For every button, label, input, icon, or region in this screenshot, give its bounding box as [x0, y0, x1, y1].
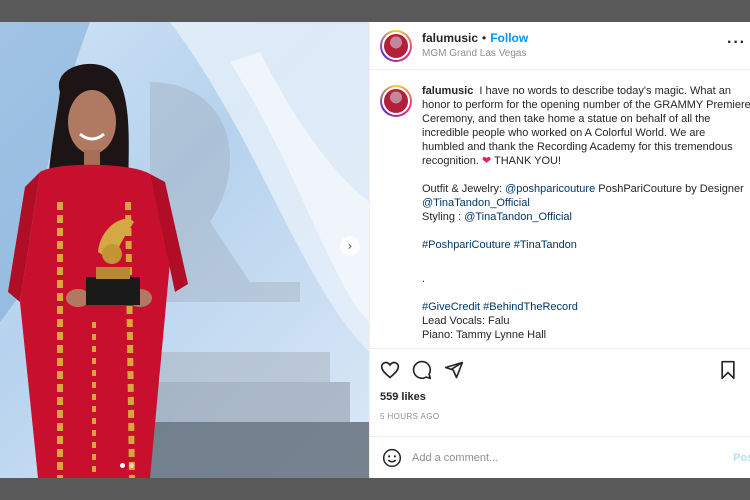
caption-avatar[interactable] — [380, 85, 412, 117]
location-link[interactable]: MGM Grand Las Vegas — [422, 46, 528, 61]
dot-line: . — [422, 273, 426, 285]
caption-line: humbled and thank the Recording Academy … — [422, 141, 733, 153]
outfit-rest: PoshPariCouture by Designer — [595, 183, 744, 195]
post-modal: › falumusic • Follow MGM Grand Las Vegas… — [0, 22, 750, 478]
mention-link[interactable]: @TinaTandon_Official — [422, 197, 530, 209]
hashtag-link[interactable]: #GiveCredit #BehindTheRecord — [422, 300, 750, 314]
more-options-icon[interactable]: ··· — [727, 34, 746, 52]
post-timestamp: 5 HOURS AGO — [380, 412, 440, 421]
mention-link[interactable]: @poshparicouture — [505, 183, 595, 195]
caption-area: falumusic I have no words to describe to… — [370, 70, 750, 347]
post-header: falumusic • Follow MGM Grand Las Vegas ·… — [370, 22, 750, 70]
post-side-panel: falumusic • Follow MGM Grand Las Vegas ·… — [369, 22, 750, 478]
caption-line: Ceremony, and then take home a statue on… — [422, 113, 711, 125]
avatar[interactable] — [380, 29, 412, 62]
credit-line: Lead Vocals: Falu — [422, 315, 510, 327]
bookmark-icon[interactable] — [719, 360, 737, 380]
emoji-icon[interactable] — [382, 448, 402, 468]
caption-username[interactable]: falumusic — [422, 85, 473, 97]
carousel-dots — [120, 463, 134, 468]
credit-line: Piano: Tammy Lynne Hall — [422, 329, 547, 341]
thank-you-text: THANK YOU! — [494, 155, 562, 167]
next-image-button[interactable]: › — [340, 236, 360, 256]
comment-input[interactable] — [412, 451, 712, 464]
caption-line: recognition. — [422, 155, 479, 167]
follow-button[interactable]: Follow — [490, 31, 528, 46]
username-link[interactable]: falumusic — [422, 31, 478, 46]
separator-dot: • — [482, 30, 487, 45]
post-actions: 559 likes 5 HOURS AGO — [370, 348, 750, 421]
heart-icon[interactable] — [380, 360, 400, 380]
caption-line: incredible people who worked on A Colorf… — [422, 127, 706, 139]
likes-count[interactable]: 559 likes — [380, 391, 741, 403]
comment-icon[interactable] — [412, 360, 432, 380]
mention-link[interactable]: @TinaTandon_Official — [464, 211, 572, 223]
carousel-dot — [120, 463, 125, 468]
comment-bar: Post — [370, 436, 750, 478]
post-photo[interactable]: › — [0, 22, 369, 478]
caption-line: I have no words to describe today's magi… — [479, 85, 731, 97]
post-comment-button[interactable]: Post — [733, 452, 750, 464]
caption-line: honor to perform for the opening number … — [422, 99, 750, 111]
outfit-label: Outfit & Jewelry: — [422, 183, 506, 195]
heart-emoji-icon: ❤ — [481, 155, 492, 167]
chevron-right-icon: › — [347, 239, 353, 253]
photo-illustration — [0, 22, 369, 478]
share-icon[interactable] — [444, 360, 464, 380]
hashtag-link[interactable]: #PoshpariCouture #TinaTandon — [422, 238, 750, 252]
caption-text: falumusic I have no words to describe to… — [422, 84, 750, 347]
styling-label: Styling : — [422, 211, 465, 223]
carousel-dot — [129, 463, 134, 468]
